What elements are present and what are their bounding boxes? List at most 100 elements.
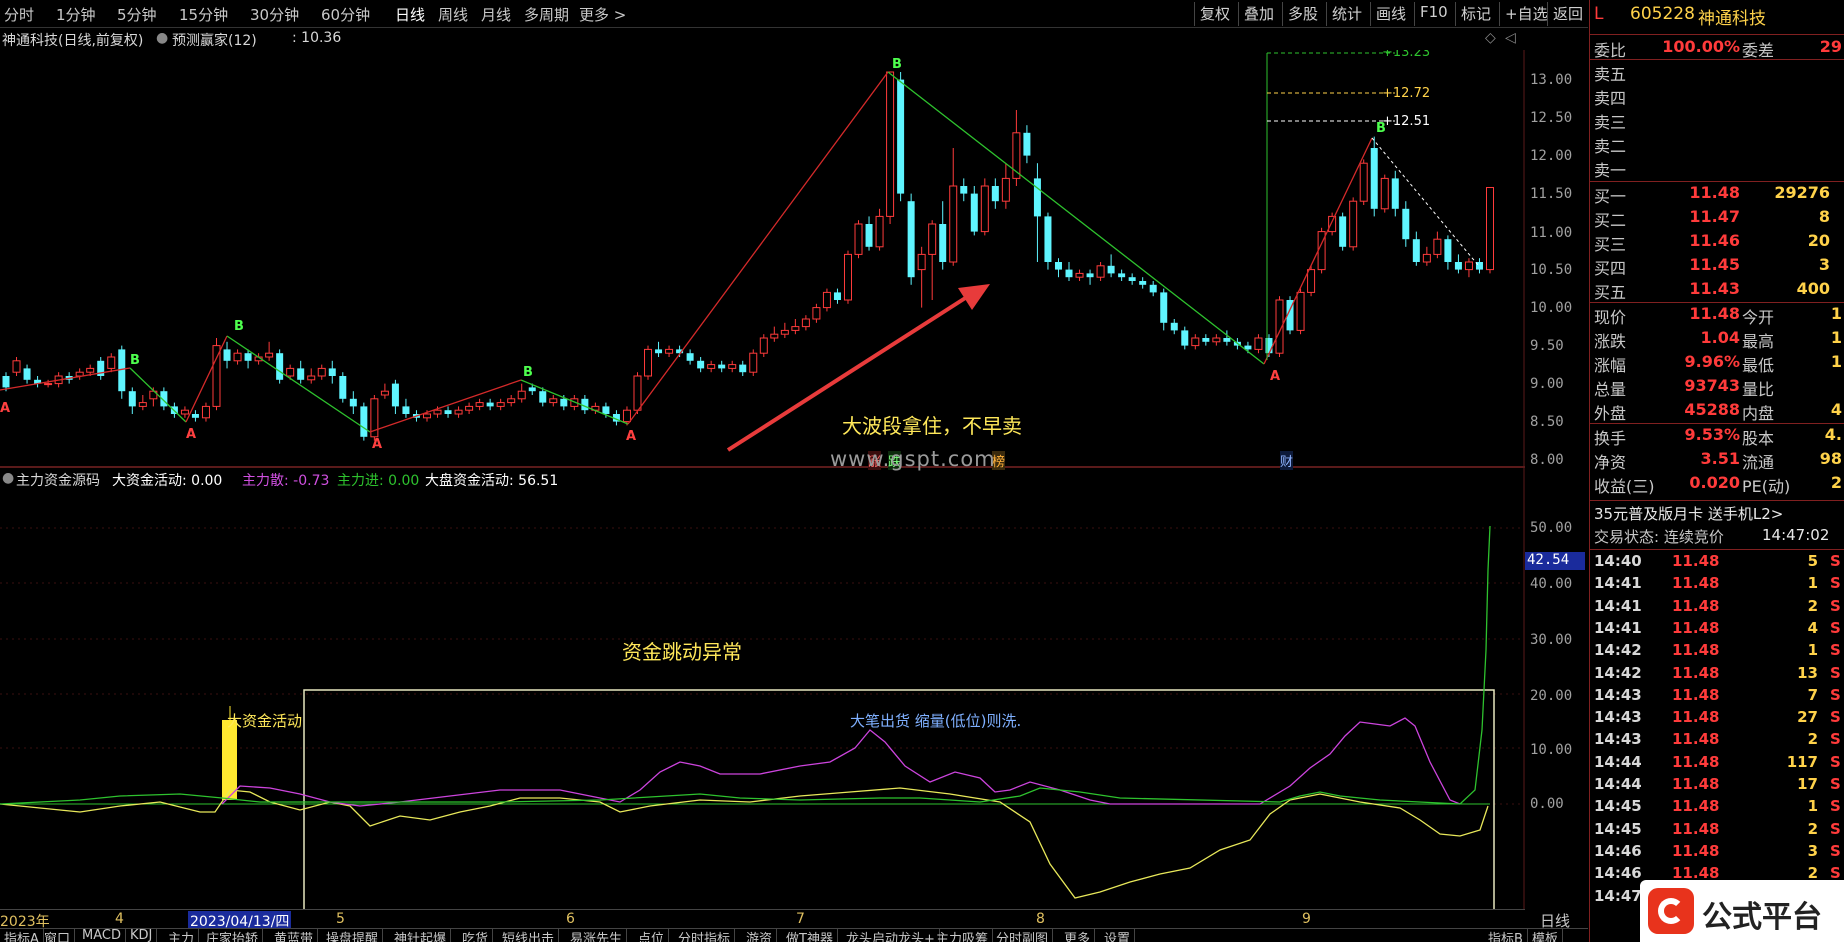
indicator-tab[interactable]: 操盘提醒 [322,929,384,942]
candle-body [1054,262,1062,270]
candle-body [475,402,484,407]
buy-level[interactable]: 买一 11.48 29276 [1590,183,1844,206]
indicator-tab[interactable]: KDJ [126,929,158,942]
axis-cursor-value: 42.54 [1525,552,1585,570]
restore-rights-button[interactable]: 复权 [1194,2,1235,26]
candle-body [1139,281,1147,285]
indicator-tab[interactable]: 指标A [0,929,44,942]
tick-side: S [1830,841,1841,860]
period-tab-monthly[interactable]: 月线 [481,4,511,25]
collapse-icon[interactable]: ◁ [1505,30,1516,46]
add-watchlist-button[interactable]: +自选 [1499,2,1553,26]
candle-body [12,360,21,373]
back-button[interactable]: 返回 [1547,2,1588,26]
period-tab-5min[interactable]: 5分钟 [117,4,157,25]
sub-indicator-name[interactable]: 主力资金源码 [16,470,100,490]
indicator-name[interactable]: 预测赢家(12) [172,30,257,50]
tick-price: 11.48 [1672,708,1720,727]
buy-level[interactable]: 买二 11.47 8 [1590,207,1844,230]
sell-level[interactable]: 卖一 [1590,157,1844,180]
candle-body [349,398,357,407]
period-tab-15min[interactable]: 15分钟 [179,4,228,25]
indicator-tab[interactable]: 庄家抬轿 [202,929,264,942]
candle-body [665,348,674,354]
sell-level[interactable]: 卖二 [1590,133,1844,156]
indicator-tab[interactable]: 游资 [742,929,778,942]
sell-level[interactable]: 卖五 [1590,61,1844,84]
indicator-tab[interactable]: 主力 [164,929,200,942]
buy-level-label: 买三 [1594,235,1627,254]
zigzag-marker-b: B [130,353,140,368]
buy-level[interactable]: 买五 11.43 400 [1590,279,1844,302]
indicator-tab[interactable]: 黄蓝带 [270,929,319,942]
mark-button[interactable]: 标记 [1455,2,1496,26]
indicator-tab[interactable]: 点位 [634,929,670,942]
candle-body [44,383,53,386]
indicator-right-tab[interactable]: 模板 [1528,929,1564,942]
candle-body [1086,273,1094,278]
buy-level-label: 买五 [1594,283,1627,302]
indicator-right-tab[interactable]: 指标B [1484,929,1528,942]
period-tab-multi[interactable]: 多周期 [524,4,569,25]
statistics-button[interactable]: 统计 [1326,2,1367,26]
tick-volume: 3 [1807,841,1818,860]
period-tab-daily[interactable]: 日线 [395,4,425,25]
promo-link[interactable]: 35元普及版月卡 送手机L2> [1594,503,1783,524]
zigzag-segment [887,71,1265,365]
indicator-tab[interactable]: MACD [78,929,126,942]
draw-line-button[interactable]: 画线 [1370,2,1411,26]
zigzag-marker-b: B [523,365,533,380]
buy-level-price: 11.45 [1689,255,1740,274]
buy-level[interactable]: 买四 11.45 3 [1590,255,1844,278]
event-tag-finance[interactable]: 财 [1280,451,1294,470]
indicator-tab[interactable]: 主力吸筹 [932,929,994,942]
tick-time: 14:41 [1594,618,1642,637]
price-tick: 12.50 [1530,110,1573,126]
indicator-tab[interactable]: 分时指标 [674,929,736,942]
diamond-icon[interactable]: ◇ [1485,30,1496,46]
period-tab-fenshi[interactable]: 分时 [4,4,34,25]
sell-level[interactable]: 卖三 [1590,109,1844,132]
indicator-tab[interactable]: 更多 [1060,929,1096,942]
period-toolbar: 分时 1分钟 5分钟 15分钟 30分钟 60分钟 日线 周线 月线 多周期 更… [0,0,1588,28]
indicator-tab[interactable]: 短线出击 [498,929,560,942]
gear-icon[interactable]: ● [2,470,14,486]
sell-level[interactable]: 卖四 [1590,85,1844,108]
indicator-tab[interactable]: 分时副图 [992,929,1054,942]
period-tab-30min[interactable]: 30分钟 [250,4,299,25]
indicator-tab[interactable]: 窗口 [40,929,76,942]
candle-body [380,390,389,396]
zigzag-segment [520,379,629,425]
fund-tick: 30.00 [1530,632,1573,648]
indicator-tab[interactable]: 易涨先生 [566,929,628,942]
promo-row[interactable]: 35元普及版月卡 送手机L2> [1590,503,1844,525]
candle-body [1359,162,1368,202]
tick-side: S [1830,596,1841,615]
indicator-tab[interactable]: 吃货 [458,929,494,942]
f10-button[interactable]: F10 [1414,2,1453,26]
overlay-button[interactable]: 叠加 [1238,2,1279,26]
tick-row: 14:43 11.48 7 S [1590,686,1844,708]
trade-status: 交易状态: 连续竞价 [1594,528,1724,546]
tick-row: 14:42 11.48 13 S [1590,664,1844,686]
tick-row: 14:42 11.48 1 S [1590,641,1844,663]
candle-body [897,79,905,194]
candle-body [328,368,336,376]
period-tab-more[interactable]: 更多 > [579,4,626,25]
indicator-tab[interactable]: 神针起爆 [390,929,452,942]
sell-level-label: 卖三 [1594,113,1627,132]
date-month-7: 7 [796,911,805,927]
trade-time: 14:47:02 [1762,526,1830,544]
indicator-tab[interactable]: 设置 [1100,929,1136,942]
buy-level[interactable]: 买三 11.46 20 [1590,231,1844,254]
period-tab-60min[interactable]: 60分钟 [321,4,370,25]
period-tab-1min[interactable]: 1分钟 [56,4,96,25]
period-tab-weekly[interactable]: 周线 [438,4,468,25]
stat-row-label2: PE(动) [1742,477,1791,496]
tick-price: 11.48 [1672,685,1720,704]
multi-stock-button[interactable]: 多股 [1282,2,1323,26]
gear-icon[interactable]: ● [156,30,168,46]
indicator-tab[interactable]: 龙头启动龙头+ [842,929,940,942]
price-tick: 8.00 [1530,452,1564,468]
indicator-tab[interactable]: 做T神器 [782,929,838,942]
